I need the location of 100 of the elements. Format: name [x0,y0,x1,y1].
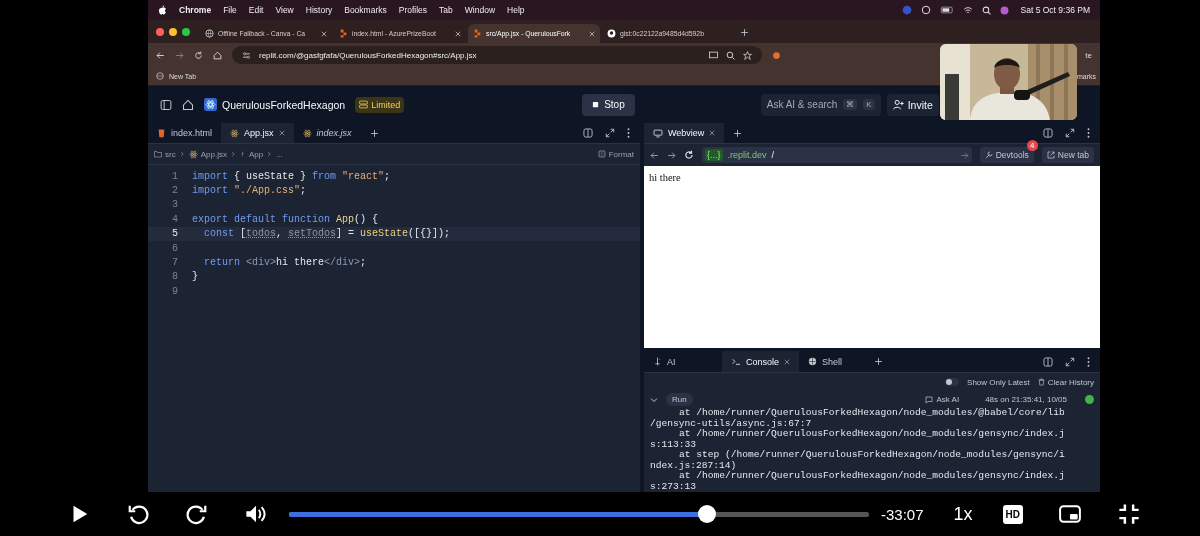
menu-item[interactable]: History [305,5,333,15]
console-line: at /home/runner/QuerulousForkedHexagon/node_modules/gensync/index.j [679,470,1065,481]
minimize-window-button[interactable] [169,27,177,36]
site-settings-icon [242,50,251,60]
star-icon [743,50,752,60]
format-icon [597,150,606,158]
menu-item[interactable]: View [275,5,294,15]
console-tab[interactable]: Console [722,351,800,373]
react-icon [302,128,312,138]
replit-logo-icon [339,29,348,38]
menu-item[interactable]: Bookmarks [344,5,387,15]
cast-icon [709,50,718,60]
project-name[interactable]: QuerulousForkedHexagon [222,98,346,111]
stop-button[interactable]: Stop [582,93,635,116]
line-number: 6 [171,242,179,254]
format-button[interactable]: Format [597,149,634,159]
console-tab[interactable]: Shell [799,351,852,373]
update-button[interactable]: te [1085,50,1092,60]
picture-in-picture-button[interactable] [1059,503,1081,525]
app-menu[interactable]: Chrome [179,5,212,15]
wrench-icon [984,151,993,159]
line-number: 1 [171,170,179,182]
breadcrumb[interactable]: App.jsx [188,149,227,159]
expand-icon [1065,128,1075,138]
terminal-prompt-icon [731,357,741,367]
progress-bar[interactable] [289,511,869,517]
reload-icon [684,150,694,160]
more-icon [627,128,630,138]
replit-logo-icon [473,29,482,38]
notification-badge: 4 [1026,140,1038,151]
plus-icon [740,27,749,37]
address-bar[interactable]: replit.com/@gasfgfafa/QuerulousForkedHexagon#src/App.jsx [232,46,762,64]
devtools-button[interactable]: Devtools [979,147,1034,163]
close-window-button[interactable] [156,27,164,36]
zoom-window-button[interactable] [182,27,190,36]
plus-icon [733,128,743,138]
menu-item[interactable]: Profiles [398,5,428,15]
speed-button[interactable]: 1x [953,503,973,525]
sidebar-icon [160,98,172,111]
expand-icon [605,128,615,138]
clear-history-button[interactable]: Clear History [1037,377,1094,387]
page-text: hi there [649,172,681,183]
plus-icon [874,357,884,367]
search-icon [981,5,991,15]
html-file-icon [157,128,166,138]
toggle-label: Show Only Latest [967,377,1030,387]
file-tab[interactable]: index.jsx [293,123,361,143]
more-icon [1087,128,1090,138]
forward-icon [667,150,676,160]
ask-ai-button[interactable]: Ask AI [925,395,960,405]
console-line: /gensync-utils/async.js:67:7 [650,417,812,429]
apple-logo-icon [158,5,167,15]
line-number: 7 [171,257,179,269]
line-number: 2 [171,185,179,197]
plan-badge[interactable]: Limited [355,96,405,113]
volume-button[interactable] [245,503,267,525]
breadcrumb[interactable]: App [239,149,264,159]
menu-item[interactable]: Window [464,5,496,15]
circle-icon [901,5,912,15]
line-number: 8 [171,271,179,283]
quality-button[interactable]: HD [1002,504,1023,524]
menu-clock: Sat 5 Oct 9:36 PM [1020,5,1090,15]
console-tab[interactable]: AI [644,351,722,373]
chevron-down-icon [650,395,658,404]
line-number: 4 [171,213,179,225]
console-line: s:113:33 [650,438,697,450]
project-icon [204,98,217,111]
breadcrumb[interactable]: src [154,149,176,159]
add-user-icon [892,99,904,110]
webview-url-field[interactable]: {...} .replit.dev / [702,147,972,163]
code-line: } [192,271,198,283]
more-icon [1087,356,1090,367]
split-view-icon [1043,128,1053,138]
file-tab[interactable]: App.jsx [221,123,294,143]
exit-fullscreen-button[interactable] [1118,503,1140,525]
file-tab[interactable]: index.html [148,123,222,143]
toggle-switch[interactable] [945,378,960,387]
webview-tab[interactable]: Webview [644,123,725,143]
slider-thumb[interactable] [697,505,716,523]
console-line: ndex.js:287:14) [650,459,737,471]
invite-button[interactable]: Invite [886,93,939,116]
back-icon [650,150,659,160]
split-view-icon [583,128,593,138]
menu-item[interactable]: Tab [439,5,453,15]
monitor-icon [653,128,663,138]
reload-icon [194,50,203,60]
home-icon [213,50,222,60]
menu-item[interactable]: Help [507,5,525,15]
breadcrumb[interactable]: ... [276,149,283,159]
menu-item[interactable]: File [223,5,237,15]
chevron-icon [179,151,185,157]
back-icon [156,50,165,60]
chevron-icon [267,151,273,157]
new-tab-button[interactable]: New tab [1041,147,1094,163]
forward-button[interactable] [186,503,208,525]
search-field[interactable]: Ask AI & search ⌘ K [760,93,881,116]
menu-item[interactable]: Edit [248,5,264,15]
function-icon [239,150,246,158]
external-link-icon [1046,151,1055,159]
rewind-button[interactable] [127,503,149,525]
